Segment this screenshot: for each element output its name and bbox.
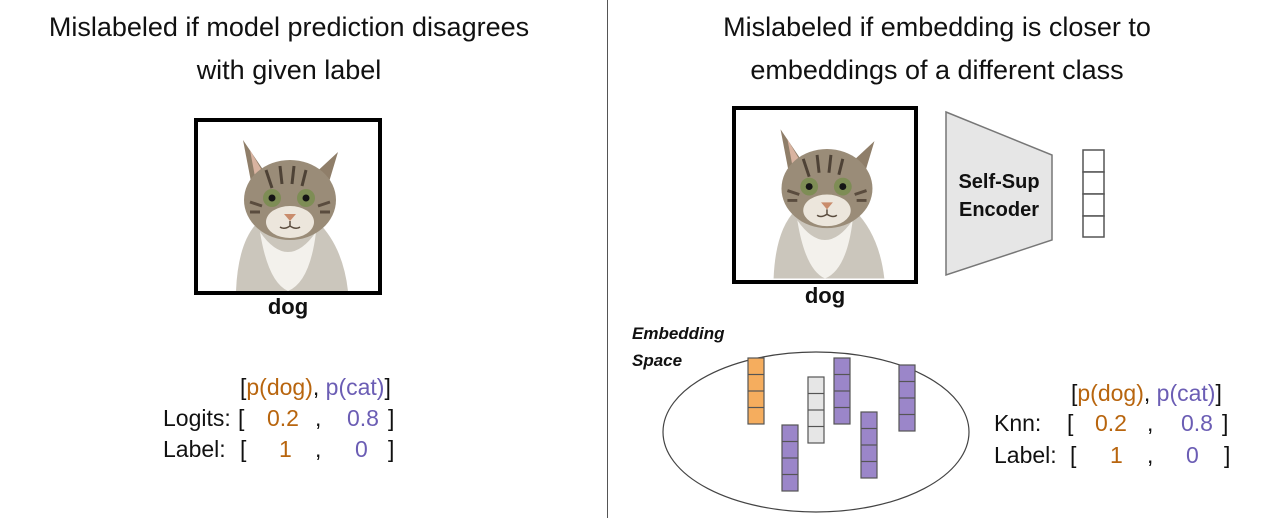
right-cat-image	[732, 106, 918, 284]
encoder-line1: Self-Sup	[958, 171, 1040, 193]
left-label-close: ]	[388, 436, 395, 462]
right-label-comma: ,	[1147, 442, 1154, 468]
left-prob-header: [p(dog), p(cat)]	[240, 374, 391, 401]
left-label-comma: ,	[315, 436, 322, 462]
right-label-close: ]	[1224, 442, 1231, 468]
dog-embedding	[747, 357, 765, 425]
right-header-pdog: p(dog)	[1077, 380, 1144, 406]
left-logits-row: Logits: [ 0.2 , 0.8 ]	[163, 405, 403, 433]
left-title-line1: Mislabeled if model prediction disagrees	[48, 12, 530, 42]
right-knn-label: Knn:	[994, 410, 1042, 436]
left-header-pdog: p(dog)	[246, 374, 313, 400]
left-label-label: Label:	[163, 436, 226, 462]
right-label-v2: 0	[1186, 442, 1199, 468]
encoder-line2: Encoder	[958, 199, 1040, 221]
right-knn-open: [	[1067, 410, 1074, 436]
left-logits-v1: 0.2	[267, 405, 299, 431]
left-header-close: ]	[384, 374, 391, 400]
cat-embedding	[781, 424, 799, 492]
right-knn-v1: 0.2	[1095, 410, 1127, 436]
right-prob-header: [p(dog), p(cat)]	[1071, 380, 1222, 407]
query-embedding	[807, 376, 825, 444]
left-header-pcat: p(cat)	[325, 374, 385, 400]
right-title-line2: embeddings of a different class	[750, 55, 1124, 85]
left-logits-close: ]	[388, 405, 395, 431]
cat-embedding	[860, 411, 878, 479]
left-label-v1: 1	[279, 436, 292, 462]
cat-embedding	[833, 357, 851, 425]
right-label-open: [	[1070, 442, 1077, 468]
right-header-comma: ,	[1143, 380, 1157, 406]
panel-divider	[607, 0, 608, 518]
left-title-line2: with given label	[196, 55, 382, 85]
right-knn-close: ]	[1222, 410, 1229, 436]
left-label-v2: 0	[355, 436, 368, 462]
left-title: Mislabeled if model prediction disagrees…	[0, 6, 578, 92]
encoder-label: Self-Sup Encoder	[946, 168, 1052, 224]
left-label-open: [	[240, 436, 247, 462]
left-cat-image	[194, 118, 382, 295]
left-logits-open: [	[238, 405, 245, 431]
right-title: Mislabeled if embedding is closer to emb…	[640, 6, 1234, 92]
left-logits-label: Logits:	[163, 405, 231, 431]
right-header-close: ]	[1215, 380, 1222, 406]
left-logits-comma: ,	[315, 405, 322, 431]
right-label-label: Label:	[994, 442, 1057, 468]
right-label-v1: 1	[1110, 442, 1123, 468]
left-image-caption: dog	[267, 294, 309, 319]
left-label-row: Label: [ 1 , 0 ]	[163, 436, 403, 464]
embedding-line1: Embedding	[632, 324, 725, 343]
right-knn-row: Knn: [ 0.2 , 0.8 ]	[994, 410, 1238, 438]
right-header-pcat: p(cat)	[1156, 380, 1216, 406]
embedding-vector-icon	[1082, 149, 1105, 238]
left-header-comma: ,	[312, 374, 326, 400]
right-title-line1: Mislabeled if embedding is closer to	[723, 12, 1151, 42]
left-logits-v2: 0.8	[347, 405, 379, 431]
cat-photo-icon	[773, 129, 885, 279]
cat-embedding	[898, 364, 916, 432]
right-label-row: Label: [ 1 , 0 ]	[994, 442, 1238, 470]
right-image-caption: dog	[804, 283, 846, 308]
right-knn-v2: 0.8	[1181, 410, 1213, 436]
embedding-space	[662, 351, 970, 513]
right-knn-comma: ,	[1147, 410, 1154, 436]
cat-photo-icon	[236, 140, 348, 291]
